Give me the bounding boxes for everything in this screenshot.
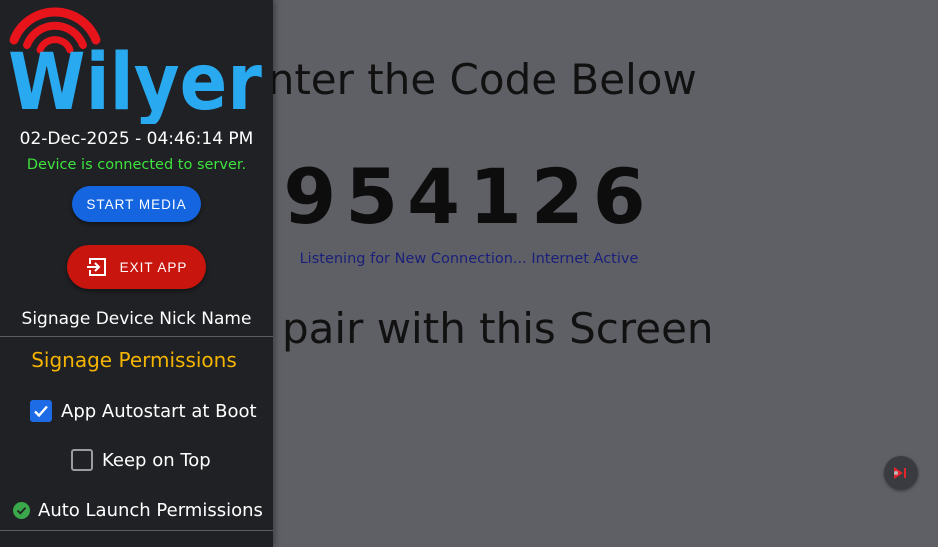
exit-app-label: EXIT APP [119,259,188,275]
autostart-checkbox[interactable] [30,400,52,422]
permission-auto-launch[interactable]: Auto Launch Permissions [13,500,263,521]
check-circle-icon [13,502,30,519]
permission-autostart[interactable]: App Autostart at Boot [30,400,257,422]
device-nickname[interactable]: Signage Device Nick Name [0,309,273,329]
start-media-label: START MEDIA [86,196,187,212]
permissions-title: Signage Permissions [31,348,237,372]
keep-on-top-checkbox[interactable] [71,449,93,471]
server-connection-status: Device is connected to server. [26,157,247,173]
cast-icon [894,467,906,479]
keep-on-top-label: Keep on Top [102,449,211,471]
start-media-button[interactable]: START MEDIA [72,186,201,222]
autostart-label: App Autostart at Boot [61,400,257,422]
divider [0,530,273,531]
wilyer-logo: Wilyer [8,7,262,124]
exit-icon [86,256,108,278]
logo-text: Wilyer [8,38,262,124]
divider [0,336,273,337]
permission-keep-on-top[interactable]: Keep on Top [71,449,211,471]
cast-button[interactable] [884,456,918,490]
check-icon [34,405,48,418]
auto-launch-label: Auto Launch Permissions [38,500,263,521]
side-drawer: Wilyer 02-Dec-2025 - 04:46:14 PM Device … [0,0,273,547]
current-datetime: 02-Dec-2025 - 04:46:14 PM [19,129,254,149]
exit-app-button[interactable]: EXIT APP [67,245,206,289]
